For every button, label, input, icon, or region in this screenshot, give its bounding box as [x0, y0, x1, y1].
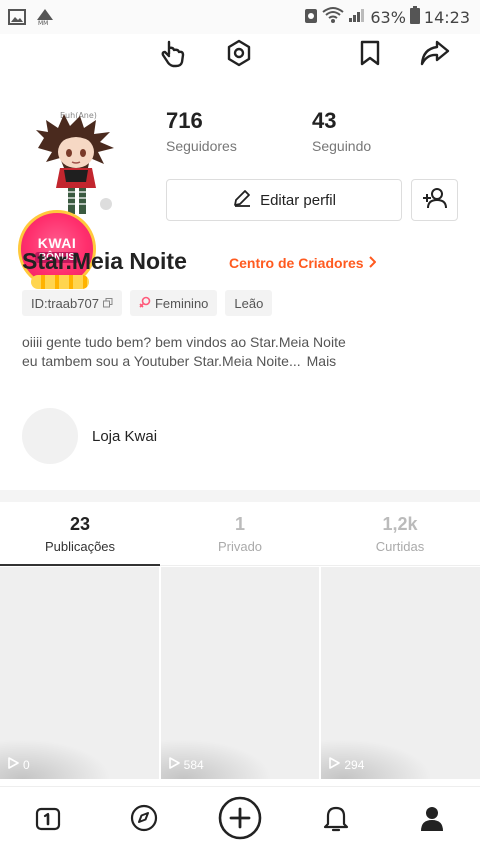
wifi-icon	[322, 6, 344, 29]
shop-thumbnail	[22, 408, 78, 464]
bio-line-1: oiiii gente tudo bem? bem vindos ao Star…	[22, 334, 346, 350]
profile-avatar[interactable]: Euh(Ane)	[34, 108, 118, 220]
id-tag[interactable]: ID:traab707	[22, 290, 122, 316]
settings-hex-icon[interactable]	[222, 36, 256, 70]
tab-label: Curtidas	[375, 538, 425, 554]
following-count: 43	[312, 108, 337, 133]
pencil-icon	[232, 188, 252, 212]
tab-label: Publicações	[44, 538, 116, 554]
tab-label: Privado	[217, 538, 263, 554]
alarm-icon	[304, 6, 318, 29]
play-icon	[327, 756, 341, 773]
profile-tags: ID:traab707 Feminino Leão	[22, 290, 273, 316]
bottom-navigation	[0, 786, 480, 854]
view-count: 294	[327, 756, 364, 773]
following-stat[interactable]: 43 Seguindo	[312, 108, 371, 154]
video-thumbnail[interactable]: 584	[160, 567, 320, 779]
status-bar: MM 63% 14:23	[0, 0, 480, 34]
video-thumbnail[interactable]: 294	[321, 567, 480, 779]
section-divider	[0, 490, 480, 502]
profile-name: Star.Meia Noite	[22, 248, 187, 274]
kwai-shop-entry[interactable]: Loja Kwai	[22, 408, 157, 464]
video-thumbnail[interactable]: 0	[0, 567, 159, 779]
compass-icon	[129, 803, 159, 838]
creator-center-link[interactable]: Centro de Criadores	[229, 255, 377, 271]
followers-count: 716	[166, 108, 203, 133]
edit-profile-button[interactable]: Editar perfil	[166, 179, 402, 221]
views-text: 584	[183, 757, 204, 772]
copy-icon	[102, 296, 113, 311]
view-count: 0	[6, 756, 30, 773]
share-icon[interactable]	[418, 36, 452, 70]
gender-text: Feminino	[154, 295, 209, 311]
profile-top-bar	[0, 36, 480, 72]
tab-count: 1	[234, 513, 245, 534]
add-user-icon	[422, 187, 448, 214]
id-text: ID:traab707	[31, 295, 99, 311]
views-text: 294	[344, 757, 365, 772]
edit-profile-label: Editar perfil	[260, 191, 336, 209]
following-label: Seguindo	[312, 138, 372, 154]
gallery-notification-icon	[8, 9, 26, 30]
nav-profile[interactable]	[408, 797, 456, 845]
home-icon	[34, 804, 62, 837]
tab-private[interactable]: 1 Privado	[160, 502, 320, 565]
mm-notification-icon: MM	[36, 8, 54, 31]
profile-bio: oiiii gente tudo bem? bem vindos ao Star…	[22, 333, 462, 371]
bio-more-link[interactable]: Mais	[307, 353, 337, 369]
battery-percent: 63%	[370, 8, 406, 27]
bell-icon	[322, 803, 350, 838]
tab-count: 1,2k	[382, 513, 418, 534]
gender-tag: Feminino	[129, 290, 218, 316]
profile-tabs: 23 Publicações 1 Privado 1,2k Curtidas	[0, 502, 480, 566]
female-icon	[139, 296, 151, 311]
bio-line-2: eu tambem sou a Youtuber Star.Meia Noite…	[22, 353, 301, 369]
tab-likes[interactable]: 1,2k Curtidas	[320, 502, 480, 565]
nav-notifications[interactable]	[312, 797, 360, 845]
view-count: 584	[167, 756, 204, 773]
touch-hand-icon[interactable]	[157, 36, 191, 70]
zodiac-text: Leão	[234, 295, 264, 311]
bookmark-icon[interactable]	[353, 36, 387, 70]
tab-count: 23	[69, 513, 91, 534]
tab-publications[interactable]: 23 Publicações	[0, 502, 160, 566]
nav-home[interactable]	[24, 797, 72, 845]
coins-decoration	[31, 275, 89, 289]
add-friend-button[interactable]	[411, 179, 458, 221]
signal-icon	[348, 7, 366, 28]
video-grid: 0 584 294	[0, 567, 480, 779]
plus-circle-icon	[217, 795, 263, 846]
chevron-right-icon	[368, 255, 377, 271]
battery-icon	[409, 6, 420, 29]
nav-create[interactable]	[216, 795, 264, 846]
play-icon	[6, 756, 20, 773]
svg-text:MM: MM	[38, 20, 48, 26]
shop-label: Loja Kwai	[92, 427, 158, 445]
zodiac-tag: Leão	[225, 290, 273, 316]
clock: 14:23	[423, 8, 470, 27]
play-icon	[167, 756, 181, 773]
views-text: 0	[23, 757, 30, 772]
nav-discover[interactable]	[120, 797, 168, 845]
creator-center-label: Centro de Criadores	[229, 255, 364, 271]
followers-stat[interactable]: 716 Seguidores	[166, 108, 237, 154]
user-icon	[418, 804, 446, 837]
followers-label: Seguidores	[166, 138, 237, 154]
